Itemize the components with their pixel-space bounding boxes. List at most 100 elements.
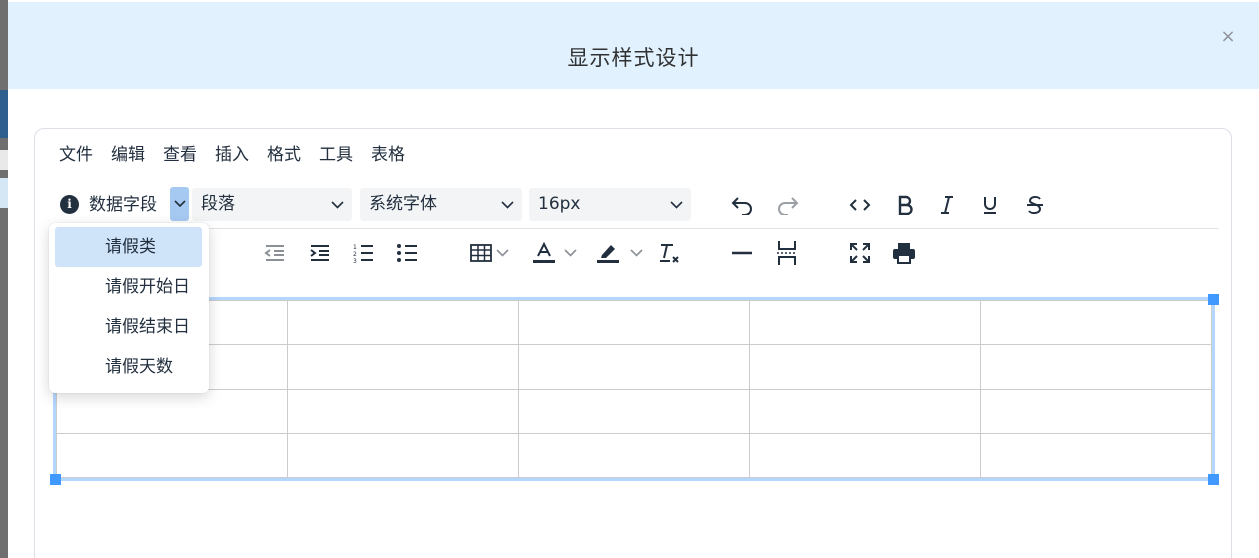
svg-text:2: 2 [353,251,357,258]
chevron-down-icon [629,249,643,257]
outdent-icon [264,245,284,261]
datafield-dropdown-toggle[interactable] [170,187,189,221]
table-cell[interactable] [980,299,1212,346]
text-color-button[interactable] [527,238,581,268]
highlight-color-button[interactable] [591,238,647,268]
redo-icon [778,197,799,215]
undo-icon [731,197,752,215]
info-icon: i [60,195,79,214]
bold-icon [898,195,913,215]
menu-format[interactable]: 格式 [267,143,301,167]
undo-button[interactable] [727,190,757,220]
close-button[interactable]: × [1219,28,1237,46]
dialog-title: 显示样式设计 [567,46,700,70]
chevron-down-icon [501,200,514,209]
strikethrough-button[interactable] [1020,190,1050,220]
content-table[interactable] [56,299,1212,479]
fullscreen-button[interactable] [845,238,875,268]
table-cell[interactable] [518,388,750,434]
menu-view[interactable]: 查看 [163,143,197,167]
dialog-header: 显示样式设计 × [8,2,1259,89]
toolbar-row-2: 123 [35,233,1221,273]
print-button[interactable] [889,238,919,268]
table-cell[interactable] [980,432,1212,479]
table-cell[interactable] [287,388,519,434]
italic-button[interactable] [932,190,962,220]
dropdown-item-leave-days[interactable]: 请假天数 [55,347,202,387]
background-page-edge [0,0,8,558]
page-break-button[interactable] [772,238,802,268]
indent-icon [310,245,329,261]
font-family-value: 系统字体 [369,194,437,214]
highlight-color-icon [596,245,619,263]
bold-button[interactable] [890,190,920,220]
source-code-button[interactable] [845,190,875,220]
menu-insert[interactable]: 插入 [215,143,249,167]
table-row [56,299,1212,346]
table-cell[interactable] [518,299,750,346]
datafield-button-label[interactable]: 数据字段 [89,193,157,217]
table-cell[interactable] [518,432,750,479]
table-cell[interactable] [518,344,750,390]
resize-handle-top-right[interactable] [1208,294,1219,305]
menu-file[interactable]: 文件 [59,143,93,167]
datafield-dropdown-menu: 请假类 请假开始日 请假结束日 请假天数 [49,223,209,393]
chevron-down-icon [173,200,186,208]
dropdown-item-leave-end-date[interactable]: 请假结束日 [55,307,202,347]
table-cell[interactable] [980,388,1212,434]
table-cell[interactable] [56,432,288,479]
fullscreen-icon [850,243,870,263]
outdent-button[interactable] [260,238,290,268]
numbered-list-icon: 123 [353,244,373,263]
toolbar-separator [57,228,1219,229]
chevron-down-icon [331,200,344,209]
block-format-select[interactable]: 段落 [192,188,352,221]
menu-edit[interactable]: 编辑 [111,143,145,167]
table-cell[interactable] [287,299,519,346]
resize-handle-bottom-right[interactable] [1208,474,1219,485]
table-cell[interactable] [749,299,981,346]
svg-text:3: 3 [353,258,357,263]
style-design-dialog: 显示样式设计 × 文件 编辑 查看 插入 格式 工具 表格 i 数据字段 段落 … [8,2,1259,558]
chevron-down-icon [670,200,683,209]
table-row [56,344,1212,390]
strikethrough-icon [1027,195,1043,215]
horizontal-rule-button[interactable] [727,238,757,268]
source-code-icon [849,199,871,211]
print-icon [893,243,915,264]
underline-icon [984,197,996,214]
block-format-value: 段落 [201,194,235,214]
chevron-down-icon [495,249,509,257]
clear-format-button[interactable] [654,238,684,268]
table-cell[interactable] [980,344,1212,390]
indent-button[interactable] [305,238,335,268]
table-cell[interactable] [749,344,981,390]
editor-menubar: 文件 编辑 查看 插入 格式 工具 表格 [59,143,423,167]
table-cell[interactable] [749,388,981,434]
page-break-icon [777,241,797,265]
bullet-list-button[interactable] [392,238,422,268]
bullet-list-icon [397,244,417,262]
dropdown-item-leave-type[interactable]: 请假类 [55,227,202,267]
redo-button[interactable] [773,190,803,220]
text-color-icon [532,242,555,263]
table-button[interactable] [465,238,513,268]
table-cell[interactable] [56,388,288,434]
menu-tools[interactable]: 工具 [319,143,353,167]
table-cell[interactable] [287,432,519,479]
clear-format-icon [660,244,679,263]
table-cell[interactable] [287,344,519,390]
font-size-select[interactable]: 16px [529,188,691,221]
table-row [56,432,1212,479]
menu-table[interactable]: 表格 [371,143,405,167]
table-icon [469,244,492,262]
underline-button[interactable] [975,190,1005,220]
dropdown-item-leave-start-date[interactable]: 请假开始日 [55,267,202,307]
resize-handle-bottom-left[interactable] [50,474,61,485]
font-size-value: 16px [538,194,581,214]
numbered-list-button[interactable]: 123 [348,238,378,268]
editor-content-table-selection[interactable] [53,297,1215,481]
table-cell[interactable] [749,432,981,479]
svg-text:1: 1 [353,244,357,251]
font-family-select[interactable]: 系统字体 [360,188,522,221]
